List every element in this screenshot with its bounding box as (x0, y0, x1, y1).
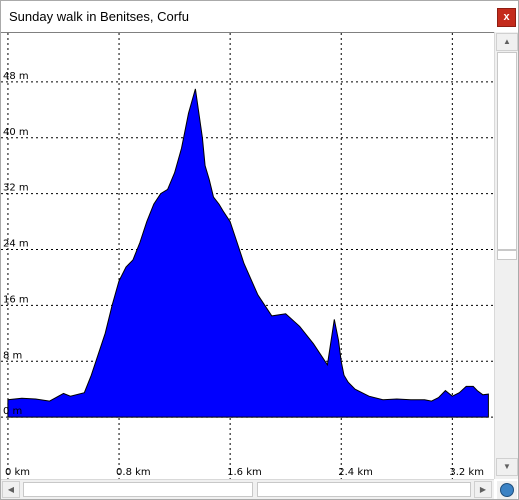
chart-svg: 0 m 8 m 16 m 24 m 32 m 40 m 48 m 0 km 0.8 km 1.6… (1, 33, 494, 480)
x-tick-label: 1.6 km (227, 467, 262, 478)
x-tick-label: 3.2 km (449, 467, 484, 478)
vertical-scrollbar[interactable]: ▲ ▼ (494, 32, 518, 479)
scroll-right-button[interactable]: ▶ (474, 481, 492, 498)
y-tick-label: 24 m (3, 239, 29, 250)
y-tick-label: 8 m (3, 350, 22, 361)
scroll-left-button[interactable]: ◀ (2, 481, 20, 498)
close-button[interactable]: x (497, 8, 516, 27)
scroll-up-button[interactable]: ▲ (496, 33, 518, 51)
y-tick-label: 32 m (3, 183, 29, 194)
horizontal-scrollbar[interactable]: ◀ ▶ (1, 479, 494, 499)
vertical-scroll-thumb[interactable] (497, 250, 517, 260)
window-title: Sunday walk in Benitses, Corfu (9, 9, 189, 24)
elevation-chart: 0 m 8 m 16 m 24 m 32 m 40 m 48 m 0 km 0.8 km 1.6… (1, 32, 494, 480)
x-axis-ticks: 0 km 0.8 km 1.6 km 2.4 km 3.2 km (5, 467, 484, 478)
close-icon: x (503, 11, 510, 23)
horizontal-scroll-thumb[interactable] (23, 482, 253, 497)
y-tick-label: 40 m (3, 127, 29, 138)
arrow-left-icon: ◀ (7, 485, 15, 494)
vertical-scroll-track[interactable] (497, 52, 517, 250)
title-bar[interactable]: Sunday walk in Benitses, Corfu x (1, 1, 518, 31)
x-tick-label: 0.8 km (116, 467, 151, 478)
globe-icon[interactable] (500, 483, 514, 497)
y-tick-label: 16 m (3, 294, 29, 305)
x-tick-label: 0 km (5, 467, 30, 478)
arrow-up-icon: ▲ (503, 37, 511, 46)
horizontal-scroll-track[interactable] (257, 482, 471, 497)
x-tick-label: 2.4 km (338, 467, 373, 478)
y-tick-label: 0 m (3, 406, 22, 417)
status-corner (497, 481, 517, 499)
scroll-down-button[interactable]: ▼ (496, 458, 518, 476)
y-tick-label: 48 m (3, 71, 29, 82)
arrow-down-icon: ▼ (503, 462, 511, 471)
arrow-right-icon: ▶ (479, 485, 487, 494)
y-axis-ticks: 0 m 8 m 16 m 24 m 32 m 40 m 48 m (3, 71, 29, 417)
app-window: Sunday walk in Benitses, Corfu x 0 m 8 m 1… (0, 0, 519, 500)
